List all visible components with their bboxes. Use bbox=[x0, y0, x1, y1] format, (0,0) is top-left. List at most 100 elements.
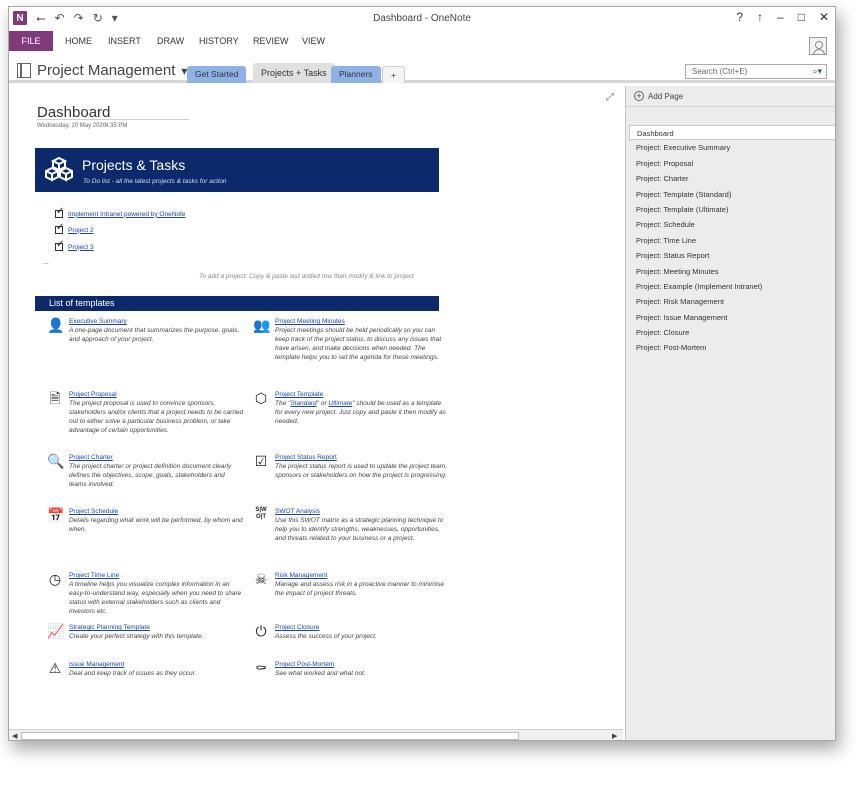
template-description: See what worked and what not. bbox=[275, 670, 366, 677]
project-link[interactable]: Project 2 bbox=[68, 227, 94, 234]
projects-tasks-header: Projects & Tasks To Do list - all the la… bbox=[35, 148, 439, 192]
tab-file[interactable]: FILE bbox=[9, 31, 53, 51]
tab-review[interactable]: REVIEW bbox=[253, 31, 289, 51]
page-tab-dashboard[interactable]: Dashboard bbox=[629, 125, 835, 141]
ultimate-template-link[interactable]: Ultimate bbox=[328, 400, 352, 407]
standard-template-link[interactable]: Standard bbox=[290, 400, 316, 407]
page-tab[interactable]: Project: Charter bbox=[626, 171, 835, 186]
tab-section-projects-tasks[interactable]: Projects + Tasks bbox=[253, 63, 335, 83]
onenote-window: N ⭠ ↶ ↷ ↻ ▾ Dashboard - OneNote ? ↑ – □ … bbox=[8, 6, 836, 741]
template-project-proposal: 🗎 Project Proposal The project proposal … bbox=[49, 390, 244, 435]
help-icon[interactable]: ? bbox=[736, 10, 743, 24]
tab-view[interactable]: VIEW bbox=[302, 31, 325, 51]
add-page-label: Add Page bbox=[648, 91, 684, 101]
clock-icon: ◷ bbox=[48, 571, 62, 587]
tab-section-get-started[interactable]: Get Started bbox=[187, 66, 247, 83]
scroll-right-icon[interactable]: ▶ bbox=[612, 732, 617, 740]
page-tab[interactable]: Project: Status Report bbox=[626, 248, 835, 263]
page-time: 4:35 PM bbox=[105, 123, 128, 129]
template-link[interactable]: Project Charter bbox=[69, 453, 244, 462]
page-tab[interactable]: Project: Post-Mortem bbox=[626, 340, 835, 355]
full-page-view-icon[interactable]: ⤢ bbox=[606, 92, 614, 103]
template-description: Manage and assess risk in a proactive ma… bbox=[275, 581, 445, 597]
tab-home[interactable]: HOME bbox=[65, 31, 92, 51]
template-description: The project charter or project definitio… bbox=[69, 463, 232, 488]
template-link[interactable]: Project Schedule bbox=[69, 507, 244, 516]
todo-checkbox[interactable] bbox=[55, 206, 64, 218]
template-link[interactable]: Project Time Line bbox=[69, 571, 244, 580]
add-section-button[interactable]: + bbox=[382, 66, 405, 83]
page-tab[interactable]: Project: Meeting Minutes bbox=[626, 264, 835, 279]
horizontal-scrollbar[interactable]: ◀ ▶ bbox=[9, 729, 623, 740]
tab-draw[interactable]: DRAW bbox=[157, 31, 184, 51]
page-tab[interactable]: Project: Template (Ultimate) bbox=[626, 202, 835, 217]
scrollbar-thumb[interactable] bbox=[21, 732, 519, 740]
maximize-icon[interactable]: □ bbox=[798, 10, 805, 24]
add-project-hint: To add a project: Copy & paste last dott… bbox=[199, 273, 414, 280]
page-tab[interactable]: Project: Template (Standard) bbox=[626, 187, 835, 202]
calendar-icon: 📅 bbox=[47, 507, 65, 523]
project-link[interactable]: Project 3 bbox=[68, 244, 94, 251]
checkbox-icon: ☑ bbox=[254, 453, 268, 469]
page-title-underline bbox=[37, 119, 189, 120]
template-swot-analysis: S|W O|T SWOT Analysis Use this SWOT matri… bbox=[255, 507, 450, 543]
project-link[interactable]: Implement Intranet powered by OneNote bbox=[68, 211, 185, 218]
todo-checkbox[interactable] bbox=[55, 222, 64, 234]
search-input[interactable]: Search (Ctrl+E) ⌕▾ bbox=[685, 64, 827, 79]
template-description: The "Standard" or Ultimate" should be us… bbox=[275, 399, 450, 426]
template-project-charter: 🔍 Project Charter The project charter or… bbox=[47, 453, 244, 489]
add-page-button[interactable]: + Add Page bbox=[634, 91, 683, 101]
document-icon: 🗎 bbox=[49, 390, 61, 406]
template-link[interactable]: Project Template bbox=[275, 390, 450, 399]
window-title: Dashboard - OneNote bbox=[373, 13, 471, 24]
ribbon-display-icon[interactable]: ↑ bbox=[757, 10, 763, 24]
todo-checkbox[interactable] bbox=[55, 239, 64, 251]
plus-circle-icon: + bbox=[634, 91, 644, 101]
notebook-selector[interactable]: Project Management ▾ bbox=[17, 62, 187, 79]
tombstone-icon: ⚰ bbox=[255, 660, 267, 676]
template-description: Deal and keep track of issues as they oc… bbox=[69, 670, 197, 677]
template-link[interactable]: Executive Summary bbox=[69, 317, 244, 326]
template-link[interactable]: Issue Management bbox=[69, 660, 244, 669]
projects-tasks-title: Projects & Tasks bbox=[82, 157, 186, 173]
template-link[interactable]: Project Closure bbox=[275, 623, 450, 632]
page-canvas[interactable]: ⤢ Dashboard Wednesday, 20 May 2020 4:35 … bbox=[9, 86, 623, 729]
page-tab[interactable]: Project: Time Line bbox=[626, 233, 835, 248]
template-link[interactable]: Project Status Report bbox=[275, 453, 450, 462]
swot-icon: S|W O|T bbox=[255, 507, 267, 520]
template-link[interactable]: Project Post-Mortem bbox=[275, 660, 450, 669]
template-link[interactable]: Risk Management bbox=[275, 571, 450, 580]
page-tab[interactable]: Project: Issue Management bbox=[626, 310, 835, 325]
window-controls: ? ↑ – □ ✕ bbox=[736, 10, 829, 24]
templates-header: List of templates bbox=[35, 296, 439, 311]
template-link[interactable]: Strategic Planning Template bbox=[69, 623, 244, 632]
cube-icon: ⬡ bbox=[254, 390, 268, 406]
template-status-report: ☑ Project Status Report The project stat… bbox=[255, 453, 450, 480]
tab-insert[interactable]: INSERT bbox=[108, 31, 141, 51]
page-tab[interactable]: Project: Executive Summary bbox=[626, 140, 835, 155]
power-icon: ⏻ bbox=[255, 623, 267, 639]
scroll-left-icon[interactable]: ◀ bbox=[12, 732, 17, 740]
page-tab[interactable]: Project: Closure bbox=[626, 325, 835, 340]
search-icon[interactable]: ⌕▾ bbox=[812, 65, 822, 78]
template-issue-management: ⚠ Issue Management Deal and keep track o… bbox=[49, 660, 244, 678]
tab-section-planners[interactable]: Planners bbox=[331, 66, 381, 83]
template-project-closure: ⏻ Project Closure Assess the success of … bbox=[255, 623, 450, 641]
template-link[interactable]: SWOT Analysis bbox=[275, 507, 450, 516]
list-item: Implement Intranet powered by OneNote bbox=[55, 206, 185, 218]
group-icon: 👥 bbox=[253, 317, 271, 333]
tab-history[interactable]: HISTORY bbox=[199, 31, 239, 51]
notebook-bar: Project Management ▾ Get Started Project… bbox=[9, 59, 835, 83]
template-link[interactable]: Project Proposal bbox=[69, 390, 244, 399]
page-tab[interactable]: Project: Schedule bbox=[626, 217, 835, 232]
account-icon[interactable] bbox=[809, 37, 827, 55]
template-description: A one-page document that summarizes the … bbox=[69, 327, 240, 343]
page-tab[interactable]: Project: Example (Implement Intranet) bbox=[626, 279, 835, 294]
minimize-icon[interactable]: – bbox=[777, 10, 784, 24]
template-link[interactable]: Project Meeting Minutes bbox=[275, 317, 450, 326]
page-tab[interactable]: Project: Proposal bbox=[626, 156, 835, 171]
placeholder-dots[interactable]: ... bbox=[43, 259, 49, 266]
page-tab[interactable]: Project: Risk Management bbox=[626, 294, 835, 309]
close-icon[interactable]: ✕ bbox=[819, 10, 829, 24]
template-executive-summary: 👤 Executive Summary A one-page document … bbox=[47, 317, 244, 344]
